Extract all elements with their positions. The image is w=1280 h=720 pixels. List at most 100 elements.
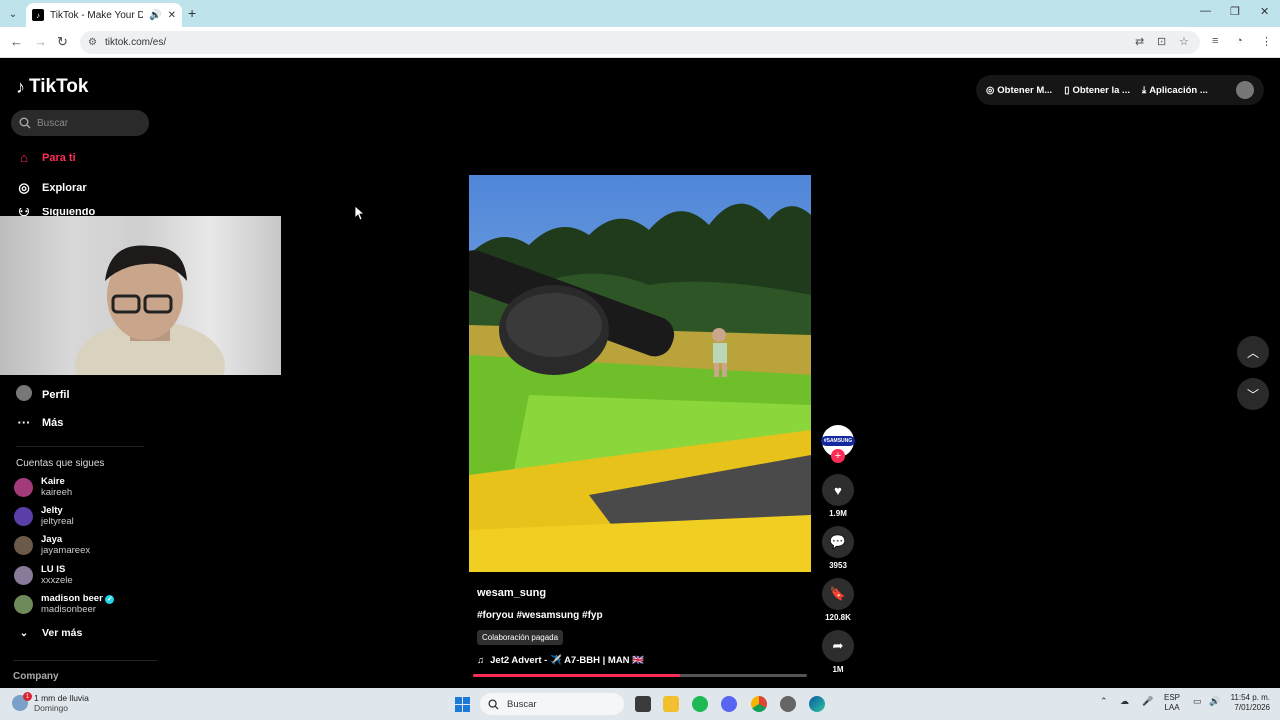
paid-partnership-badge: Colaboración pagada — [477, 630, 564, 645]
video-progress-fill — [473, 674, 681, 677]
desktop-app-link[interactable]: ⤓ Aplicación ... — [1142, 85, 1208, 96]
nav-label: Más — [42, 416, 64, 429]
menu-icon[interactable]: ⋮ — [1261, 35, 1272, 48]
chevron-down-icon: ﹀ — [1246, 387, 1259, 402]
time: 11:54 p. m. — [1230, 693, 1270, 702]
following-item[interactable]: Kaire kaireeh — [14, 476, 72, 498]
browser-tab-bar: ⌄ ♪ TikTok - Make Your Day 🔊 ✕ + — ❐ ✕ — [0, 0, 1280, 27]
keyboard-layout: LAA — [1164, 703, 1180, 712]
notification-badge: 1 — [23, 692, 32, 701]
share-count: 1M — [832, 665, 844, 674]
tab-search-button[interactable]: ⌄ — [4, 5, 22, 23]
video-progress-bar[interactable] — [473, 674, 807, 677]
spotify-icon[interactable] — [692, 696, 708, 712]
language-code: ESP — [1164, 693, 1181, 702]
url-text: tiktok.com/es/ — [104, 37, 167, 48]
follow-button[interactable]: + — [831, 449, 845, 463]
install-app-icon[interactable]: ⊡ — [1157, 35, 1166, 48]
nav-label: Para ti — [42, 151, 76, 164]
nav-mas[interactable]: ··· Más — [16, 415, 64, 430]
download-icon: ⤓ — [1141, 84, 1147, 96]
nav-para-ti[interactable]: ⌂ Para ti — [16, 150, 76, 165]
nav-siguiendo[interactable]: ⚇ Siguiendo — [16, 208, 95, 216]
nav-explorar[interactable]: ◎ Explorar — [16, 180, 87, 196]
browser-tab[interactable]: ♪ TikTok - Make Your Day 🔊 ✕ — [26, 3, 182, 27]
following-item[interactable]: Jaya jayamareex — [14, 534, 90, 556]
share-icon[interactable]: ➦ — [822, 630, 854, 662]
account-name: Jaya — [41, 534, 63, 545]
company-link[interactable]: Company — [13, 671, 59, 682]
language-indicator[interactable]: ESP LAA — [1164, 693, 1180, 713]
windows-start-icon[interactable] — [455, 697, 470, 712]
chrome-icon[interactable] — [751, 696, 767, 712]
clock[interactable]: 11:54 p. m. 7/01/2026 — [1226, 693, 1270, 713]
reading-list-icon[interactable]: ≡ — [1212, 35, 1218, 47]
volume-icon[interactable]: 🔊 — [1209, 696, 1220, 707]
like-action: ♥ 1.9M — [822, 474, 854, 518]
account-handle: madisonbeer — [41, 604, 96, 615]
avatar — [14, 506, 33, 526]
get-coins-link[interactable]: ◎ Obtener M... — [986, 85, 1052, 96]
speaker-icon[interactable]: 🔊 — [149, 10, 161, 21]
site-info-icon[interactable]: ⚙ — [88, 37, 97, 48]
file-explorer-icon[interactable] — [663, 696, 679, 712]
tiktok-note-icon: ♪ — [16, 76, 25, 97]
steam-icon[interactable] — [780, 696, 796, 712]
logo-text: TikTok — [29, 76, 89, 97]
taskbar-search[interactable]: Buscar — [480, 693, 624, 715]
edge-icon[interactable] — [809, 696, 825, 712]
nav-perfil[interactable]: Perfil — [16, 385, 70, 404]
account-handle: xxxzele — [41, 575, 73, 586]
avatar — [14, 477, 33, 497]
tiktok-favicon: ♪ — [32, 9, 44, 21]
close-tab-icon[interactable]: ✕ — [168, 10, 176, 21]
close-window-icon[interactable]: ✕ — [1260, 5, 1269, 18]
reload-icon[interactable]: ↻ — [57, 34, 68, 50]
next-video-button[interactable]: ﹀ — [1237, 378, 1269, 410]
microphone-icon[interactable]: 🎤 — [1142, 696, 1153, 707]
compass-icon: ◎ — [18, 180, 30, 195]
discord-icon[interactable] — [721, 696, 737, 712]
get-app-link[interactable]: ▯ Obtener la ... — [1064, 85, 1130, 96]
video-player[interactable] — [469, 175, 811, 572]
music-link[interactable]: ♫ Jet2 Advert - ✈️ A7-BBH | MAN 🇬🇧 — [477, 655, 644, 666]
following-item[interactable]: LU IS xxxzele — [14, 564, 73, 586]
onedrive-icon[interactable]: ☁ — [1120, 696, 1129, 707]
restore-icon[interactable]: ❐ — [1230, 5, 1240, 18]
translate-icon[interactable]: ⇄ — [1135, 35, 1144, 48]
tiktok-logo[interactable]: ♪ TikTok — [16, 76, 88, 98]
see-more-button[interactable]: ⌄ Ver más — [16, 627, 83, 639]
back-icon[interactable]: ← — [10, 34, 23, 49]
minimize-icon[interactable]: — — [1200, 5, 1211, 17]
avatar[interactable] — [1236, 81, 1254, 99]
nav-label: Explorar — [42, 182, 87, 194]
bookmark-star-icon[interactable]: ☆ — [1179, 35, 1189, 48]
comment-icon[interactable]: 💬 — [822, 526, 854, 558]
forward-icon[interactable]: → — [34, 34, 47, 49]
avatar — [16, 385, 32, 404]
video-author[interactable]: wesam_sung — [477, 587, 546, 599]
url-field[interactable]: ⚙ tiktok.com/es/ — [80, 31, 1200, 54]
previous-video-button[interactable]: ︿ — [1237, 336, 1269, 368]
avatar — [14, 535, 33, 555]
following-item[interactable]: Jelty jeltyreal — [14, 505, 74, 527]
music-note-icon: ♫ — [477, 655, 485, 666]
task-view-icon[interactable] — [635, 696, 651, 712]
coin-icon: ◎ — [986, 84, 995, 96]
new-tab-button[interactable]: + — [188, 5, 196, 21]
network-icon[interactable]: ▭ — [1193, 696, 1202, 707]
search-input[interactable]: Buscar — [11, 110, 149, 136]
weather-widget[interactable]: 1 1 mm de lluvia Domingo — [12, 692, 89, 713]
nav-label: Perfil — [42, 388, 70, 401]
heart-icon[interactable]: ♥ — [822, 474, 854, 506]
chevron-up-icon[interactable]: ⌃ — [1100, 696, 1108, 707]
account-name: madison beer ✓ — [41, 593, 115, 604]
save-action: 🔖 120.8K — [822, 578, 854, 622]
video-caption[interactable]: #foryou #wesamsung #fyp — [477, 610, 603, 621]
music-title: Jet2 Advert - ✈️ A7-BBH | MAN 🇬🇧 — [490, 655, 645, 666]
bookmark-icon[interactable]: 🔖 — [822, 578, 854, 610]
extensions-icon[interactable]: ◔ — [1236, 35, 1243, 47]
following-item[interactable]: madison beer ✓ madisonbeer — [14, 593, 115, 615]
get-coins-label: Obtener M... — [997, 84, 1053, 96]
desktop-app-label: Aplicación ... — [1149, 84, 1208, 96]
